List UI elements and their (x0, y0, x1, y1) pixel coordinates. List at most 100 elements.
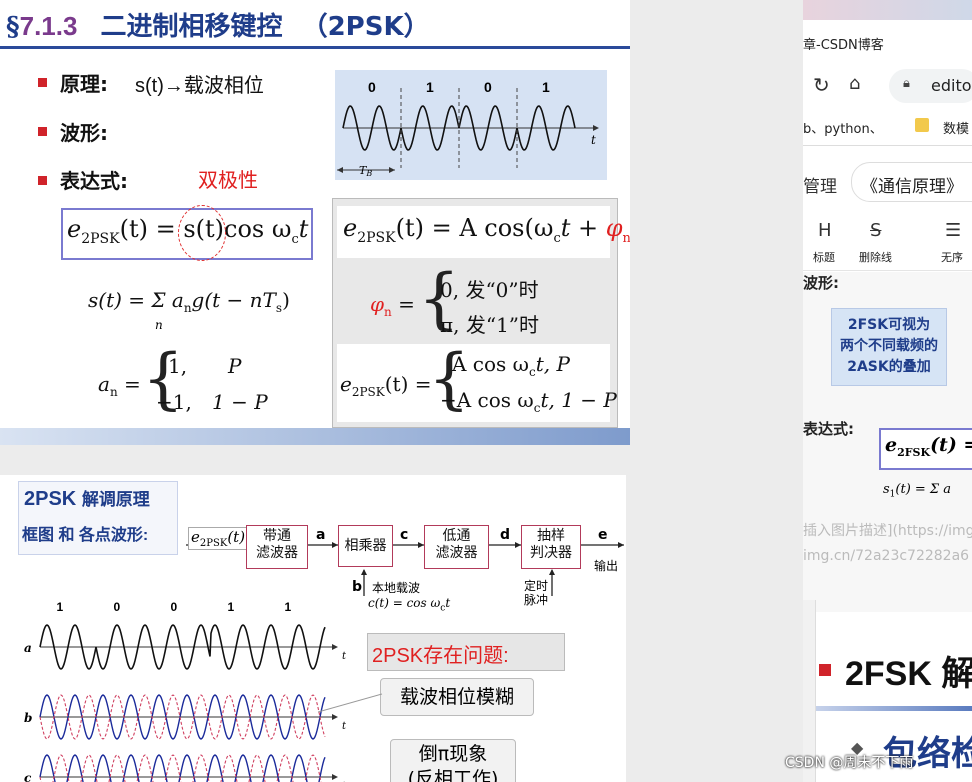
fsk-note-box: 2FSK可视为 两个不同载频的 2ASK的叠加 (831, 308, 947, 386)
bullet-marker (819, 664, 831, 676)
formula-e2psk-cases-lhs: e2PSK(t) = (340, 372, 432, 399)
callout-inverse-pi-line1: 倒π现象 (418, 743, 488, 765)
time-axis-label: t (342, 651, 347, 662)
bit-label: 1 (426, 79, 434, 95)
callout-inverse-pi-line2: (反相工作) (407, 768, 499, 782)
bit-label: 1 (285, 600, 292, 614)
waveform-row-label: b (24, 711, 32, 725)
address-text: edito (931, 76, 972, 95)
lowpass-filter-block: 低通 滤波器 (424, 525, 489, 569)
bookmark-math[interactable]: 数模 (943, 118, 969, 137)
bullet-marker (38, 78, 47, 87)
psk-waveform-figure: 0 1 0 1 t TB (335, 70, 607, 180)
local-carrier-eq: c(t) = cos ωct (368, 596, 451, 614)
markdown-image-text2: img.cn/72a23c72282a6 (803, 548, 970, 564)
title-number: 7.1.3 (19, 11, 78, 41)
bit-label: 1 (57, 600, 64, 614)
preview-area: 波形: 2FSK可视为 两个不同载频的 2ASK的叠加 表达式: e2FSK(t… (803, 272, 972, 612)
an-case2-prob: 1 − P (212, 390, 268, 414)
manage-link[interactable]: 管理 (803, 172, 837, 197)
folder-icon (915, 118, 929, 132)
editor-header: 管理 《通信原理》 (803, 146, 972, 214)
demod-waveforms-svg: 10011atbtct (24, 600, 347, 782)
formula-phi-lhs: φn = (370, 292, 415, 319)
bullet-expression-label: 表达式: (60, 169, 128, 193)
list-tool-label: 无序 (941, 251, 963, 264)
bit-label: 0 (114, 600, 121, 614)
bookmarks-bar: b、python、 数模 (803, 109, 972, 146)
point-e-label: e (598, 527, 608, 543)
bit-label: 1 (228, 600, 235, 614)
bipolar-highlight-circle (178, 205, 226, 261)
reload-icon[interactable]: ↻ (813, 73, 830, 97)
output-label: 输出 (594, 559, 619, 573)
an-case2-value: −1, (156, 390, 192, 414)
point-c-label: c (400, 527, 409, 543)
tb-arrow (389, 167, 395, 173)
timing-pulse-label: 定时 脉冲 (524, 579, 549, 607)
annotation-bipolar: 双极性 (198, 168, 258, 192)
formula-st-sum: s(t) = Σ ang(t − nTs) (88, 288, 290, 315)
bullet-marker (38, 176, 47, 185)
formula-e2psk-phase: e2PSK(t) = A cos(ωct + φn) (343, 214, 630, 246)
list-tool-icon[interactable]: ☰ (945, 220, 961, 241)
heading-2fsk-demod: 2FSK 解 (845, 655, 972, 693)
fsk-formula: e2FSK(t) = (885, 434, 972, 459)
tab-strip (803, 0, 972, 20)
editor-toolbar: H 标题 S 删除线 ☰ 无序 (803, 214, 972, 271)
strikethrough-tool-label: 删除线 (859, 251, 892, 264)
bullet-marker (38, 127, 47, 136)
csdn-watermark: CSDN @周末不下雨 (785, 755, 914, 771)
waveform-row-label: c (24, 771, 32, 782)
an-case1-value: 1, (168, 354, 188, 378)
bit-label: 0 (484, 79, 492, 95)
point-d-label: d (500, 527, 511, 543)
phi-case0: 0, 发“0”时 (440, 278, 539, 302)
callout-phase-ambiguity: 载波相位模糊 (380, 678, 534, 716)
sum-index-n: n (155, 318, 163, 332)
title-underline (0, 46, 630, 49)
problem-title: 2PSK存在问题: (372, 645, 509, 667)
slide-footer-bar (0, 428, 630, 445)
heading-tool-label: 标题 (813, 251, 835, 264)
markdown-image-text1: 插入图片描述](https://img (803, 523, 972, 539)
formula-an-lhs: an = (98, 372, 141, 399)
title-section: § (6, 12, 20, 42)
waveform-row-label: a (24, 641, 32, 655)
bullet-principle-label: 原理: (60, 72, 108, 96)
strikethrough-tool-icon[interactable]: S (870, 220, 881, 241)
heading-tool-icon[interactable]: H (818, 220, 832, 241)
slide-title: §7.1.3 二进制相移键控 （2PSK） (0, 0, 630, 52)
bit-label: 1 (542, 79, 550, 95)
callout-inverse-pi: 倒π现象 (反相工作) (390, 739, 516, 782)
psk-waveform-svg: 0 1 0 1 t TB (337, 79, 599, 178)
bullet-principle-text: s(t)→载波相位 (135, 75, 264, 97)
bandpass-filter-block: 带通 滤波器 (246, 525, 308, 569)
tab-active[interactable]: 章-CSDN博客 (803, 20, 972, 65)
fsk-s1-formula: s1(t) = Σ a (883, 482, 952, 500)
slide-bottom: 2PSK 解调原理 框图 和 各点波形: e2PSK(t) 带通 滤波器 相乘器… (0, 475, 626, 782)
preview-expr-heading: 表达式: (803, 420, 854, 438)
bullet-waveform-label: 波形: (60, 121, 108, 145)
bookmark-python[interactable]: b、python、 (803, 118, 883, 137)
title-text: 二进制相移键控 (100, 12, 283, 42)
e2psk-case1: A cos ωct, P (452, 352, 570, 379)
point-b-label: b (352, 579, 363, 595)
slide-divider (803, 706, 972, 711)
browser-window: 章-CSDN博客 ↻ ⌂ 🔒︎ edito b、python、 数模 管理 《通… (803, 0, 972, 782)
local-carrier-label: 本地载波 (372, 581, 421, 595)
an-case1-prob: P (228, 354, 242, 378)
axis-arrow (332, 774, 338, 780)
bit-label: 0 (171, 600, 178, 614)
tb-arrow (337, 167, 343, 173)
time-axis-label: t (342, 721, 347, 732)
tb-label: TB (359, 164, 372, 178)
multiplier-block: 相乘器 (338, 525, 393, 567)
point-a-label: a (316, 527, 326, 543)
nav-bar: ↻ ⌂ 🔒︎ edito (803, 65, 972, 109)
home-icon[interactable]: ⌂ (849, 73, 860, 94)
input-signal-label: e2PSK(t) (188, 527, 249, 550)
sampling-decision-block: 抽样 判决器 (521, 525, 581, 569)
tab-title: 章-CSDN博客 (803, 38, 884, 53)
e2psk-case2: −A cos ωct, 1 − P (440, 388, 617, 415)
